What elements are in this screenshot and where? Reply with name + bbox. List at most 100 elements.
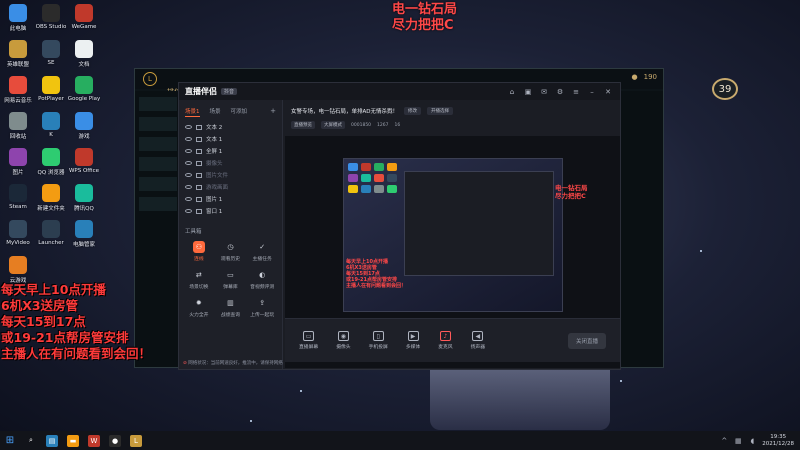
desktop-icon[interactable]: 游戏 (68, 112, 100, 140)
volume-icon[interactable]: ◖ (748, 437, 756, 445)
eye-icon[interactable] (185, 161, 192, 165)
search-icon[interactable]: ⌕ (25, 435, 37, 447)
mail-icon[interactable]: ✉ (540, 88, 548, 96)
desktop-icon[interactable]: 新建文件夹 (35, 184, 67, 212)
desktop-icon-label: PotPlayer (38, 96, 64, 102)
tab-scene-2[interactable]: 可添加 (231, 107, 248, 117)
lol-level-badge: 39 (712, 78, 738, 100)
big-screen-button[interactable]: 大屏模式 (321, 121, 345, 129)
tool-item[interactable]: ▭ 弹幕库 (215, 269, 247, 290)
source-item[interactable]: 游戏画面 (179, 181, 282, 193)
eye-icon[interactable] (185, 209, 192, 213)
live-companion-window[interactable]: 直播伴侣 抖音 ⌂ ▣ ✉ ⚙ ≡ – ✕ 场景1 场景 可添加 + 文本 2 文本 … (178, 82, 621, 370)
desktop-icon[interactable]: MyVideo (2, 220, 34, 246)
capture-tool[interactable]: ♪ 麦克风 (438, 331, 453, 350)
upload-icon: ⇪ (259, 299, 266, 307)
go-live-button[interactable]: 关闭直播 (567, 332, 606, 349)
desktop-icon[interactable]: WPS Office (68, 148, 100, 174)
capture-tool[interactable]: ▭ 直播屏幕 (299, 331, 318, 350)
desktop-icon[interactable]: 文档 (68, 40, 100, 68)
taskbar: ⊞ ⌕ ▤ ▬ W ● L ^ ▦ ◖ 19:35 2021/12/28 (0, 431, 800, 450)
source-type-icon (196, 148, 202, 154)
desktop-icon[interactable]: PotPlayer (35, 76, 67, 102)
eye-icon[interactable] (185, 149, 192, 153)
minimize-icon[interactable]: – (588, 88, 596, 96)
capture-tool[interactable]: ▶ 多媒体 (406, 331, 420, 350)
source-item[interactable]: 文本 1 (179, 133, 282, 145)
start-icon[interactable]: ⊞ (4, 435, 16, 447)
desktop-icon[interactable]: 回收站 (2, 112, 34, 140)
preview-mode-button[interactable]: 直播预览 (291, 121, 315, 129)
tool-item[interactable]: ▥ 战绩查询 (215, 297, 247, 318)
bag-icon[interactable]: ▣ (524, 88, 532, 96)
network-status-text: 网络状况：当前网速良好，推流中，请保持网络 (188, 361, 283, 366)
eye-icon[interactable] (185, 173, 192, 177)
add-scene-icon[interactable]: + (270, 107, 276, 117)
desktop-icon[interactable]: 腾讯QQ (68, 184, 100, 212)
source-item[interactable]: 图片 1 (179, 193, 282, 205)
source-item[interactable]: 文本 2 (179, 121, 282, 133)
tool-item[interactable]: ◷ 观看历史 (215, 241, 247, 262)
desktop-icon[interactable]: Google Play (68, 76, 100, 102)
camera-icon: ◉ (337, 331, 349, 341)
lol-logo-icon[interactable]: L (143, 72, 157, 86)
eye-icon[interactable] (185, 185, 192, 189)
tool-item[interactable]: ◐ 音视频评测 (246, 269, 278, 290)
tab-scene-0[interactable]: 场景1 (185, 107, 200, 117)
network-icon[interactable]: ▦ (734, 437, 742, 445)
desktop-icon[interactable]: 网易云音乐 (2, 76, 34, 104)
tool-item[interactable]: ✹ 火力全开 (183, 297, 215, 318)
tool-item[interactable]: ⚇ 连线 (183, 241, 215, 262)
menu-icon[interactable]: ≡ (572, 88, 580, 96)
source-item[interactable]: 摄像头 (179, 157, 282, 169)
desktop-icon[interactable]: OBS Studio (35, 4, 67, 30)
source-item[interactable]: 全屏 1 (179, 145, 282, 157)
toolbox-grid: ⚇ 连线 ◷ 观看历史 ✓ 主播任务 ⇄ 场景切换 ▭ 弹幕库 ◐ 音视频评测 ✹ 火力全开… (179, 239, 282, 320)
edit-title-button[interactable]: 修改 (404, 107, 421, 115)
desktop-icon[interactable]: 此电脑 (2, 4, 34, 32)
task-icon: ✓ (259, 243, 266, 251)
eye-icon[interactable] (185, 137, 192, 141)
tool-item[interactable]: ⇪ 上传一起玩 (246, 297, 278, 318)
obs-taskbar-icon[interactable]: ● (109, 434, 121, 447)
home-icon[interactable]: ⌂ (508, 88, 516, 96)
clock-time: 19:35 (770, 433, 787, 440)
source-item[interactable]: 窗口 1 (179, 205, 282, 217)
tool-item[interactable]: ⇄ 场景切换 (183, 269, 215, 290)
lol-taskbar-icon[interactable]: L (130, 434, 142, 447)
eye-icon[interactable] (185, 197, 192, 201)
platform-badge[interactable]: 抖音 (221, 88, 238, 95)
category-select[interactable]: 开播选择 (427, 107, 453, 115)
source-item[interactable]: 图片文件 (179, 169, 282, 181)
lol-right-panel (619, 91, 663, 367)
desktop-icon[interactable]: Launcher (35, 220, 67, 246)
task-view-icon[interactable]: ▤ (46, 434, 58, 447)
settings-icon[interactable]: ⚙ (556, 88, 564, 96)
room-title: 女警专场，电一钻石局，单排AD无情杀戮！ (291, 109, 398, 115)
capture-tool[interactable]: ◀ 扬声器 (471, 331, 485, 350)
desktop-icon[interactable]: 电脑管家 (68, 220, 100, 248)
file-explorer-icon[interactable]: ▬ (67, 434, 79, 447)
tool-item[interactable]: ✓ 主播任务 (246, 241, 278, 262)
chevron-up-icon[interactable]: ^ (720, 437, 728, 445)
wegame-taskbar-icon[interactable]: W (88, 434, 100, 447)
desktop-icon[interactable]: 图片 (2, 148, 34, 176)
desktop-icon[interactable]: Steam (2, 184, 34, 210)
desktop-icon-label: 电脑管家 (72, 242, 95, 248)
eye-icon[interactable] (185, 125, 192, 129)
desktop-icon[interactable]: 云游戏 (2, 256, 34, 284)
capture-tool[interactable]: ▯ 手机投屏 (369, 331, 388, 350)
close-icon[interactable]: ✕ (604, 88, 612, 96)
desktop-icon[interactable]: K (35, 112, 67, 138)
desktop-icon[interactable]: QQ 浏览器 (35, 148, 67, 176)
tab-scene-1[interactable]: 场景 (210, 107, 221, 117)
desktop-icon[interactable]: 英雄联盟 (2, 40, 34, 68)
desktop-icon-label: Launcher (38, 240, 64, 246)
desktop-icon[interactable]: WeGame (68, 4, 100, 30)
wegame-icon (75, 4, 93, 22)
desktop-icon[interactable]: SE (35, 40, 67, 66)
capture-tool-label: 扬声器 (470, 345, 486, 350)
capture-tool[interactable]: ◉ 摄像头 (336, 331, 351, 350)
clock[interactable]: 19:35 2021/12/28 (762, 434, 794, 448)
video-icon (9, 220, 27, 238)
